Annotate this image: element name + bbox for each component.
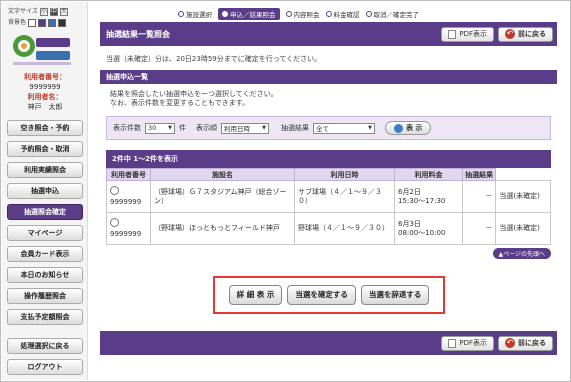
col-date: 利用日時: [294, 168, 395, 181]
user-name: 神戸 太郎: [27, 103, 63, 111]
menu-notices[interactable]: 本日のお知らせ: [7, 267, 83, 283]
datetime-cell: 6月2日 15:30～17:30: [394, 180, 463, 213]
result-cell: 当選(未確定): [495, 212, 551, 245]
pdf-icon: [448, 29, 457, 39]
page-title: 抽選結果一覧照会: [106, 29, 170, 39]
menu-mypage[interactable]: マイページ: [7, 225, 83, 241]
instructions: 結果を照会したい抽選申込を一つ選択してください。 なお、表示件数を変更することも…: [110, 90, 278, 107]
confirm-win-button[interactable]: 当選を確定する: [287, 285, 356, 305]
sidebar: 文字サイズ 小 中 大 背景色 利用者番号： 9999999 利用者名： 神戸 …: [2, 2, 88, 380]
deadline-note: 当選（未確定）分は、20日23時59分までに確定を行ってください。: [106, 55, 322, 63]
fee-cell: －: [461, 212, 497, 245]
row-select-cell: 9999999: [106, 180, 151, 213]
chevron-down-icon: ▼: [168, 125, 172, 131]
col-user-no: 利用者番号: [106, 168, 151, 181]
order-select[interactable]: 利用日時 ▼: [221, 122, 269, 134]
step-facility: 施設選択: [178, 8, 212, 20]
back-arrow-icon: ↶: [505, 29, 515, 39]
menu-reservation-inquiry[interactable]: 予約照会・取消: [7, 141, 83, 157]
color-swatch-white[interactable]: [28, 19, 37, 27]
page-top-link[interactable]: ▲ページの先頭へ: [106, 248, 551, 259]
menu-logout[interactable]: ログアウト: [7, 359, 83, 375]
results-summary: 2件中 1～2件を表示: [106, 150, 551, 168]
filter-bar: 表示件数 30 ▼ 件 表示順 利用日時 ▼ 抽選結果 全て ▼ 表 示: [106, 116, 551, 140]
facility-cell: （野球場）Ｇ７スタジアム神戸（総合ゾーン）: [150, 180, 295, 213]
progress-steps: 施設選択 申込／結果照会 内容照会 料金確認 取消／確定完了: [178, 8, 419, 20]
back-button-footer[interactable]: ↶ 前に戻る: [498, 335, 553, 351]
font-size-small[interactable]: 小: [39, 8, 48, 16]
font-size-label: 文字サイズ: [8, 8, 38, 15]
table-row: 9999999 （野球場）Ｇ７スタジアム神戸（総合ゾーン） サブ球場（４／１～９…: [106, 180, 551, 213]
step-dot-icon: [178, 11, 184, 17]
menu-lottery-apply[interactable]: 抽選申込: [7, 183, 83, 199]
font-size-medium[interactable]: 中: [49, 8, 58, 16]
datetime-cell: 6月3日 08:00～10:00: [394, 212, 463, 245]
user-name-label: 利用者名：: [27, 93, 63, 101]
menu-lottery-confirm[interactable]: 抽選照会確定: [7, 204, 83, 220]
section-title: 抽選申込一覧: [100, 70, 557, 84]
step-dot-icon: [325, 11, 332, 17]
step-content: 内容照会: [285, 8, 320, 20]
col-facility: 施設名: [150, 168, 295, 181]
step-dot-icon: [365, 11, 372, 17]
color-swatch-purple[interactable]: [38, 19, 47, 27]
side-menu: 空き照会・予約 予約照会・取消 利用実績照会 抽選申込 抽選照会確定 マイページ…: [7, 120, 83, 380]
user-number: 9999999: [29, 83, 61, 91]
result-label: 抽選結果: [281, 124, 309, 132]
count-select[interactable]: 30 ▼: [145, 122, 175, 134]
kobe-logo-icon: [13, 35, 71, 65]
font-size-large[interactable]: 大: [59, 8, 68, 16]
result-cell: 当選(未確定): [495, 180, 551, 213]
step-fee: 料金確認: [325, 8, 360, 20]
col-result: 抽選結果: [461, 168, 497, 181]
facility-cell: （野球場）ほっともっとフィールド神戸: [150, 212, 295, 245]
step-dot-icon: [222, 11, 228, 17]
usage-cell: サブ球場（４／１～９／３０）: [294, 180, 395, 213]
fee-cell: －: [461, 180, 497, 213]
row-radio[interactable]: [110, 186, 119, 195]
results-panel: 2件中 1～2件を表示 利用者番号 施設名 利用日時 利用料金 抽選結果 999…: [106, 150, 551, 259]
chevron-down-icon: ▼: [262, 125, 266, 131]
color-swatch-black[interactable]: [58, 19, 67, 27]
color-swatch-blue[interactable]: [48, 19, 57, 27]
show-button[interactable]: 表 示: [385, 121, 432, 135]
menu-availability[interactable]: 空き照会・予約: [7, 120, 83, 136]
page-header: 抽選結果一覧照会 PDF表示 ↶ 前に戻る: [100, 22, 557, 46]
action-buttons: 詳 細 表 示 当選を確定する 当選を辞退する: [213, 276, 445, 314]
menu-payment-schedule[interactable]: 支払予定額照会: [7, 309, 83, 325]
count-unit: 件: [179, 124, 186, 132]
usage-cell: 野球場（４／１～９／３０）: [294, 212, 395, 245]
main-content: 抽選結果一覧照会 PDF表示 ↶ 前に戻る 当選（未確定）分は、20日23時59分…: [100, 22, 557, 259]
detail-button[interactable]: 詳 細 表 示: [228, 285, 283, 305]
color-label: 背景色: [8, 19, 27, 26]
result-select[interactable]: 全て ▼: [313, 122, 375, 134]
page-footer: PDF表示 ↶ 前に戻る: [100, 331, 557, 355]
pdf-button[interactable]: PDF表示: [441, 26, 494, 42]
step-complete: 取消／確定完了: [365, 8, 419, 20]
font-size-selector: 文字サイズ 小 中 大 背景色: [8, 8, 68, 27]
chevron-down-icon: ▼: [368, 125, 372, 131]
menu-back-to-selection[interactable]: 処理選択に戻る: [7, 338, 83, 354]
user-number-label: 利用者番号：: [24, 73, 66, 81]
col-fee: 利用料金: [394, 168, 463, 181]
count-label: 表示件数: [113, 124, 141, 132]
back-button[interactable]: ↶ 前に戻る: [498, 26, 553, 42]
step-dot-icon: [285, 11, 292, 17]
menu-member-card[interactable]: 会員カード表示: [7, 246, 83, 262]
pdf-icon: [448, 338, 457, 348]
menu-operation-history[interactable]: 操作履歴照会: [7, 288, 83, 304]
decline-win-button[interactable]: 当選を辞退する: [360, 285, 430, 305]
results-table: 利用者番号 施設名 利用日時 利用料金 抽選結果 9999999 （野球場）Ｇ７…: [106, 168, 551, 245]
user-info: 利用者番号： 9999999 利用者名： 神戸 太郎: [2, 72, 88, 112]
row-select-cell: 9999999: [106, 212, 151, 245]
row-radio[interactable]: [110, 218, 119, 227]
back-arrow-icon: ↶: [505, 338, 515, 348]
table-row: 9999999 （野球場）ほっともっとフィールド神戸 野球場（４／１～９／３０）…: [106, 212, 551, 245]
pdf-button-footer[interactable]: PDF表示: [441, 335, 494, 351]
step-application: 申込／結果照会: [218, 8, 280, 20]
order-label: 表示順: [196, 124, 217, 132]
search-icon: [394, 123, 403, 133]
menu-usage-history[interactable]: 利用実績照会: [7, 162, 83, 178]
